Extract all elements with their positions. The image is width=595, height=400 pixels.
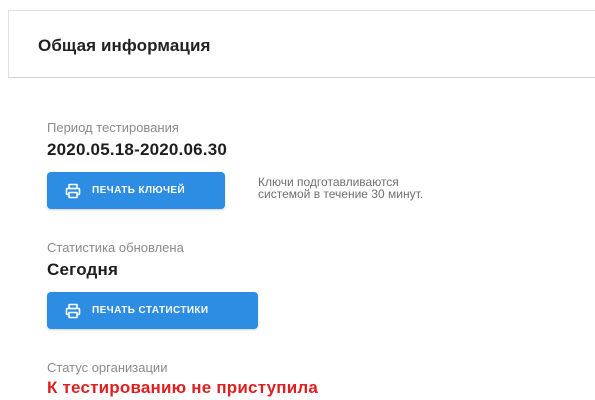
keys-hint-line2: системой в течение 30 минут. (258, 187, 424, 201)
print-keys-button[interactable]: ПЕЧАТЬ КЛЮЧЕЙ (47, 172, 225, 209)
general-info-panel: Общая информация Период тестирования 202… (0, 0, 595, 400)
printer-icon (65, 303, 81, 319)
testing-period-value: 2020.05.18-2020.06.30 (47, 140, 228, 159)
testing-period-label: Период тестирования (47, 120, 179, 135)
print-statistics-label: ПЕЧАТЬ СТАТИСТИКИ (92, 305, 209, 316)
print-statistics-button[interactable]: ПЕЧАТЬ СТАТИСТИКИ (47, 292, 258, 329)
organization-status-label: Статус организации (47, 360, 168, 375)
statistics-label: Статистика обновлена (47, 240, 184, 255)
printer-icon (65, 183, 81, 199)
print-keys-label: ПЕЧАТЬ КЛЮЧЕЙ (92, 185, 186, 196)
keys-hint: Ключи подготавливаются системой в течени… (258, 176, 498, 200)
statistics-value: Сегодня (47, 260, 119, 279)
panel-title: Общая информация (38, 36, 211, 55)
organization-status-value: К тестированию не приступила (47, 378, 319, 397)
